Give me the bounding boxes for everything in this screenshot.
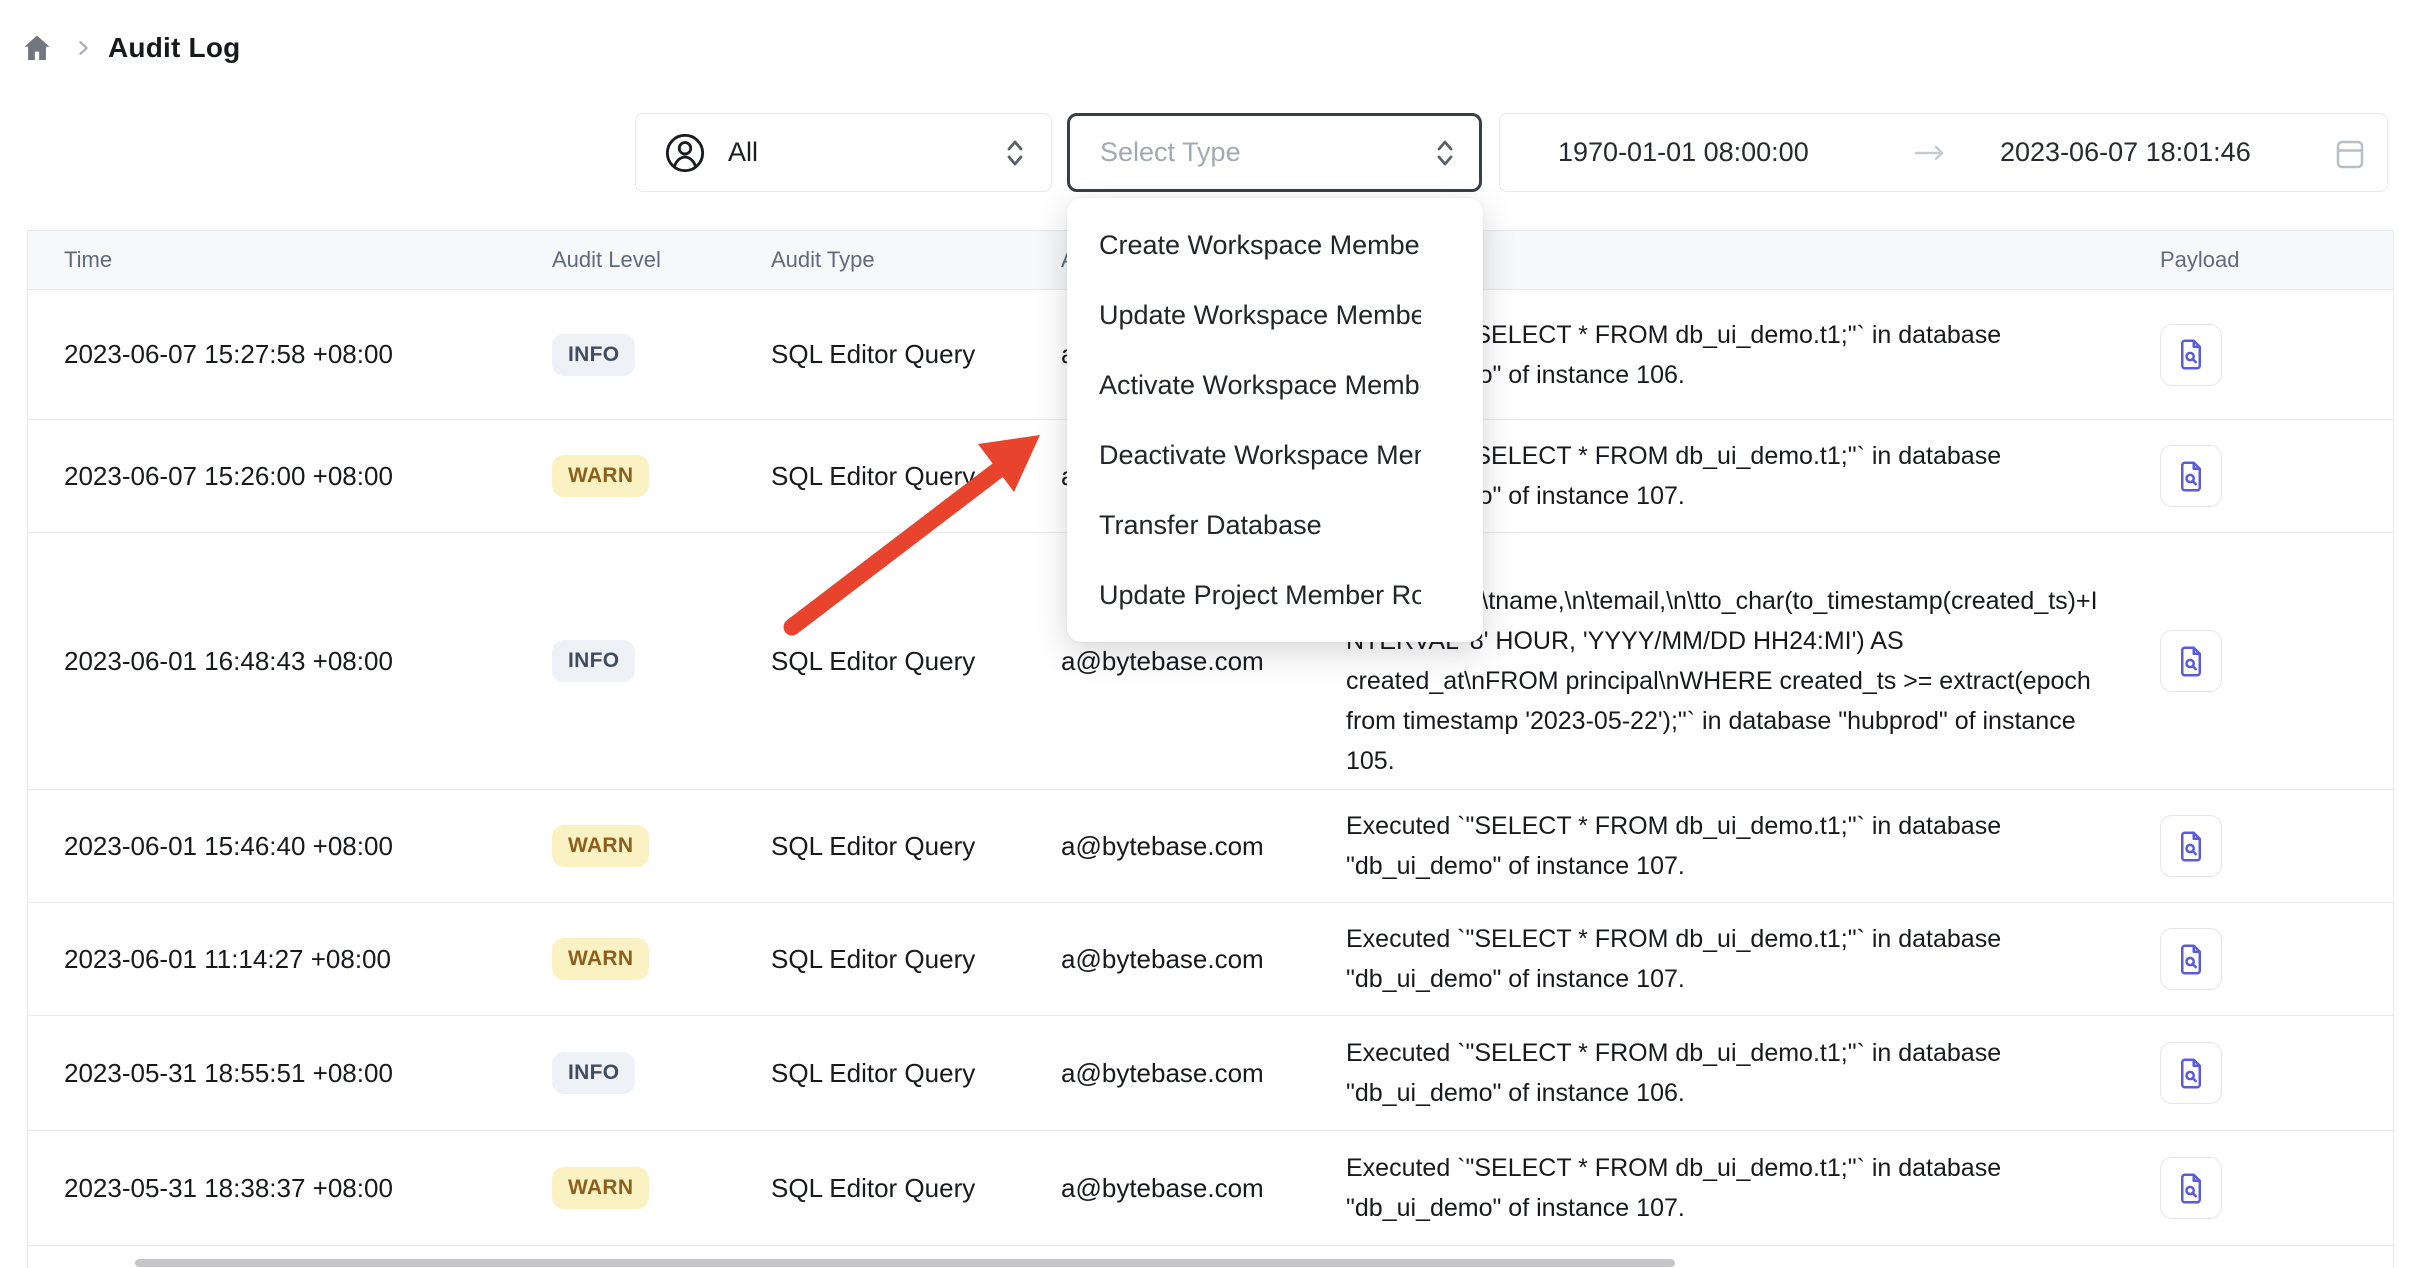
arrow-right-icon [1912,139,1948,172]
row-comment: Executed `"SELECT * FROM db_ui_demo.t1;"… [1346,806,2104,886]
audit-level-badge: WARN [552,938,649,980]
file-search-icon [2176,830,2206,863]
column-header-payload: Payload [2160,231,2240,289]
dropdown-option-activate-workspace-member[interactable]: Activate Workspace Member [1067,350,1483,420]
dropdown-option-update-project-member-role[interactable]: Update Project Member Role [1067,560,1483,630]
row-audit-type: SQL Editor Query [771,1058,975,1089]
file-search-icon [2176,1172,2206,1205]
row-actor: a@bytebase.com [1061,1173,1264,1204]
view-payload-button[interactable] [2160,445,2222,507]
type-filter-dropdown: Create Workspace Member Update Workspace… [1067,198,1483,642]
row-time: 2023-06-07 15:27:58 +08:00 [64,339,393,370]
table-row: 2023-05-31 18:38:37 +08:00 WARN SQL Edit… [28,1131,2393,1246]
dropdown-option-create-workspace-member[interactable]: Create Workspace Member [1067,210,1483,280]
row-actor: a@bytebase.com [1061,646,1264,677]
column-header-time: Time [64,231,112,289]
file-search-icon [2176,943,2206,976]
user-circle-icon [664,132,706,174]
row-audit-type: SQL Editor Query [771,339,975,370]
file-search-icon [2176,338,2206,371]
view-payload-button[interactable] [2160,928,2222,990]
actor-filter-select[interactable]: All [635,113,1052,192]
date-range-start[interactable]: 1970-01-01 08:00:00 [1558,114,1809,191]
column-header-audit-level: Audit Level [552,231,661,289]
row-audit-type: SQL Editor Query [771,944,975,975]
column-header-audit-type: Audit Type [771,231,875,289]
row-comment: Executed `"SELECT * FROM db_ui_demo.t1;"… [1346,919,2104,999]
audit-level-badge: WARN [552,1167,649,1209]
view-payload-button[interactable] [2160,815,2222,877]
type-filter-placeholder: Select Type [1100,137,1241,168]
calendar-icon [2335,138,2365,175]
audit-level-badge: INFO [552,1052,635,1094]
file-search-icon [2176,1057,2206,1090]
row-actor: a@bytebase.com [1061,1058,1264,1089]
table-row: 2023-06-01 11:14:27 +08:00 WARN SQL Edit… [28,903,2393,1016]
audit-level-badge: WARN [552,455,649,497]
row-time: 2023-06-07 15:26:00 +08:00 [64,461,393,492]
horizontal-scrollbar-thumb[interactable] [135,1259,1675,1267]
chevron-up-down-icon [1433,136,1457,170]
audit-log-page: Audit Log All Select Type [0,0,2410,1268]
dropdown-option-deactivate-workspace-member[interactable]: Deactivate Workspace Member [1067,420,1483,490]
audit-level-badge: WARN [552,825,649,867]
row-time: 2023-06-01 15:46:40 +08:00 [64,831,393,862]
row-time: 2023-06-01 11:14:27 +08:00 [64,944,391,975]
row-time: 2023-05-31 18:55:51 +08:00 [64,1058,393,1089]
audit-level-badge: INFO [552,334,635,376]
row-comment: Executed `"SELECT * FROM db_ui_demo.t1;"… [1346,1148,2104,1228]
row-actor: a@bytebase.com [1061,831,1264,862]
view-payload-button[interactable] [2160,1157,2222,1219]
actor-filter-value: All [728,137,758,168]
row-time: 2023-05-31 18:38:37 +08:00 [64,1173,393,1204]
row-comment: Executed `"SELECT * FROM db_ui_demo.t1;"… [1346,1033,2104,1113]
table-row: 2023-06-01 15:46:40 +08:00 WARN SQL Edit… [28,790,2393,903]
row-audit-type: SQL Editor Query [771,461,975,492]
row-audit-type: SQL Editor Query [771,1173,975,1204]
row-actor: a@bytebase.com [1061,944,1264,975]
row-time: 2023-06-01 16:48:43 +08:00 [64,646,393,677]
chevron-up-down-icon [1003,136,1027,170]
file-search-icon [2176,645,2206,678]
row-audit-type: SQL Editor Query [771,646,975,677]
date-range-end[interactable]: 2023-06-07 18:01:46 [2000,114,2251,191]
view-payload-button[interactable] [2160,1042,2222,1104]
type-filter-select[interactable]: Select Type [1067,113,1482,192]
view-payload-button[interactable] [2160,630,2222,692]
file-search-icon [2176,460,2206,493]
dropdown-option-transfer-database[interactable]: Transfer Database [1067,490,1483,560]
view-payload-button[interactable] [2160,324,2222,386]
row-audit-type: SQL Editor Query [771,831,975,862]
table-row: 2023-05-31 18:55:51 +08:00 INFO SQL Edit… [28,1016,2393,1131]
date-range-picker[interactable]: 1970-01-01 08:00:00 2023-06-07 18:01:46 [1499,113,2388,192]
dropdown-option-update-workspace-member[interactable]: Update Workspace Member [1067,280,1483,350]
filter-bar: All Select Type 1970-01-01 08:00:00 [0,0,2410,200]
audit-level-badge: INFO [552,640,635,682]
